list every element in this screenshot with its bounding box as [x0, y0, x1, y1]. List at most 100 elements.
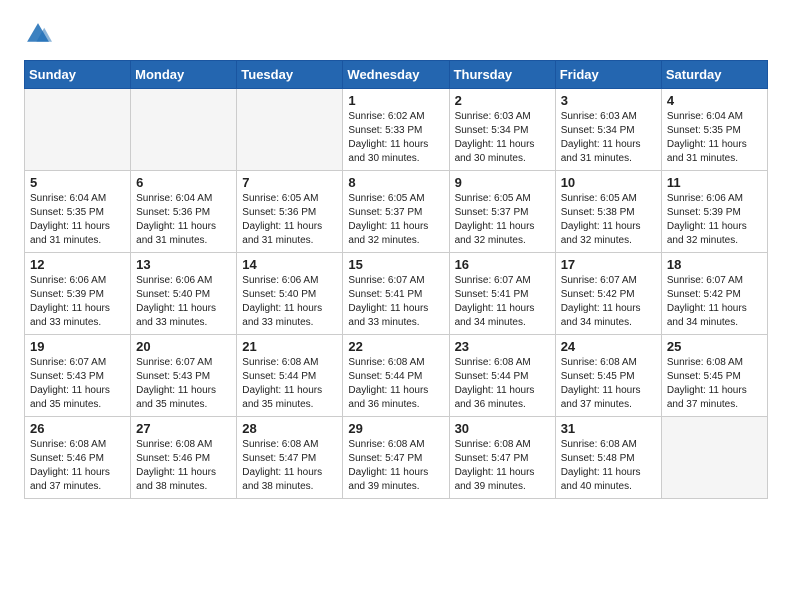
- day-info: Sunrise: 6:08 AMSunset: 5:47 PMDaylight:…: [455, 438, 550, 494]
- calendar-cell: 1 Sunrise: 6:02 AMSunset: 5:33 PMDayligh…: [343, 89, 449, 171]
- calendar-cell: 16 Sunrise: 6:07 AMSunset: 5:41 PMDaylig…: [449, 253, 555, 335]
- day-number: 16: [455, 257, 550, 272]
- calendar-cell: 8 Sunrise: 6:05 AMSunset: 5:37 PMDayligh…: [343, 171, 449, 253]
- weekday-monday: Monday: [131, 61, 237, 89]
- day-info: Sunrise: 6:08 AMSunset: 5:47 PMDaylight:…: [242, 438, 337, 494]
- calendar-cell: 25 Sunrise: 6:08 AMSunset: 5:45 PMDaylig…: [661, 335, 767, 417]
- calendar-cell: 11 Sunrise: 6:06 AMSunset: 5:39 PMDaylig…: [661, 171, 767, 253]
- calendar-cell: 2 Sunrise: 6:03 AMSunset: 5:34 PMDayligh…: [449, 89, 555, 171]
- calendar-table: SundayMondayTuesdayWednesdayThursdayFrid…: [24, 60, 768, 499]
- day-number: 28: [242, 421, 337, 436]
- day-number: 18: [667, 257, 762, 272]
- day-info: Sunrise: 6:06 AMSunset: 5:39 PMDaylight:…: [30, 274, 125, 330]
- day-number: 26: [30, 421, 125, 436]
- day-number: 8: [348, 175, 443, 190]
- day-info: Sunrise: 6:07 AMSunset: 5:42 PMDaylight:…: [561, 274, 656, 330]
- day-number: 19: [30, 339, 125, 354]
- page: SundayMondayTuesdayWednesdayThursdayFrid…: [0, 0, 792, 515]
- day-number: 4: [667, 93, 762, 108]
- day-number: 1: [348, 93, 443, 108]
- calendar-cell: [661, 417, 767, 499]
- calendar-cell: [131, 89, 237, 171]
- day-number: 7: [242, 175, 337, 190]
- day-info: Sunrise: 6:08 AMSunset: 5:45 PMDaylight:…: [561, 356, 656, 412]
- logo: [24, 20, 56, 48]
- day-number: 30: [455, 421, 550, 436]
- calendar-cell: 22 Sunrise: 6:08 AMSunset: 5:44 PMDaylig…: [343, 335, 449, 417]
- calendar-cell: 3 Sunrise: 6:03 AMSunset: 5:34 PMDayligh…: [555, 89, 661, 171]
- calendar-cell: 13 Sunrise: 6:06 AMSunset: 5:40 PMDaylig…: [131, 253, 237, 335]
- day-info: Sunrise: 6:03 AMSunset: 5:34 PMDaylight:…: [561, 110, 656, 166]
- calendar-cell: 19 Sunrise: 6:07 AMSunset: 5:43 PMDaylig…: [25, 335, 131, 417]
- day-number: 6: [136, 175, 231, 190]
- day-number: 31: [561, 421, 656, 436]
- calendar-cell: 7 Sunrise: 6:05 AMSunset: 5:36 PMDayligh…: [237, 171, 343, 253]
- day-number: 17: [561, 257, 656, 272]
- week-row-1: 1 Sunrise: 6:02 AMSunset: 5:33 PMDayligh…: [25, 89, 768, 171]
- day-info: Sunrise: 6:08 AMSunset: 5:48 PMDaylight:…: [561, 438, 656, 494]
- day-number: 23: [455, 339, 550, 354]
- calendar-cell: 14 Sunrise: 6:06 AMSunset: 5:40 PMDaylig…: [237, 253, 343, 335]
- day-number: 24: [561, 339, 656, 354]
- day-number: 21: [242, 339, 337, 354]
- week-row-2: 5 Sunrise: 6:04 AMSunset: 5:35 PMDayligh…: [25, 171, 768, 253]
- week-row-4: 19 Sunrise: 6:07 AMSunset: 5:43 PMDaylig…: [25, 335, 768, 417]
- day-info: Sunrise: 6:04 AMSunset: 5:36 PMDaylight:…: [136, 192, 231, 248]
- calendar-cell: 20 Sunrise: 6:07 AMSunset: 5:43 PMDaylig…: [131, 335, 237, 417]
- weekday-header-row: SundayMondayTuesdayWednesdayThursdayFrid…: [25, 61, 768, 89]
- day-number: 20: [136, 339, 231, 354]
- weekday-wednesday: Wednesday: [343, 61, 449, 89]
- day-info: Sunrise: 6:08 AMSunset: 5:46 PMDaylight:…: [136, 438, 231, 494]
- day-number: 12: [30, 257, 125, 272]
- calendar-cell: 17 Sunrise: 6:07 AMSunset: 5:42 PMDaylig…: [555, 253, 661, 335]
- calendar-cell: [237, 89, 343, 171]
- day-number: 22: [348, 339, 443, 354]
- calendar-cell: 18 Sunrise: 6:07 AMSunset: 5:42 PMDaylig…: [661, 253, 767, 335]
- day-number: 11: [667, 175, 762, 190]
- day-number: 14: [242, 257, 337, 272]
- day-info: Sunrise: 6:04 AMSunset: 5:35 PMDaylight:…: [667, 110, 762, 166]
- day-info: Sunrise: 6:02 AMSunset: 5:33 PMDaylight:…: [348, 110, 443, 166]
- calendar-cell: 31 Sunrise: 6:08 AMSunset: 5:48 PMDaylig…: [555, 417, 661, 499]
- week-row-5: 26 Sunrise: 6:08 AMSunset: 5:46 PMDaylig…: [25, 417, 768, 499]
- day-number: 27: [136, 421, 231, 436]
- calendar-cell: 23 Sunrise: 6:08 AMSunset: 5:44 PMDaylig…: [449, 335, 555, 417]
- weekday-friday: Friday: [555, 61, 661, 89]
- day-info: Sunrise: 6:05 AMSunset: 5:37 PMDaylight:…: [455, 192, 550, 248]
- day-info: Sunrise: 6:08 AMSunset: 5:47 PMDaylight:…: [348, 438, 443, 494]
- calendar-cell: 28 Sunrise: 6:08 AMSunset: 5:47 PMDaylig…: [237, 417, 343, 499]
- weekday-sunday: Sunday: [25, 61, 131, 89]
- calendar-cell: 26 Sunrise: 6:08 AMSunset: 5:46 PMDaylig…: [25, 417, 131, 499]
- logo-icon: [24, 20, 52, 48]
- calendar-cell: 21 Sunrise: 6:08 AMSunset: 5:44 PMDaylig…: [237, 335, 343, 417]
- day-info: Sunrise: 6:08 AMSunset: 5:45 PMDaylight:…: [667, 356, 762, 412]
- calendar-cell: 10 Sunrise: 6:05 AMSunset: 5:38 PMDaylig…: [555, 171, 661, 253]
- day-number: 9: [455, 175, 550, 190]
- week-row-3: 12 Sunrise: 6:06 AMSunset: 5:39 PMDaylig…: [25, 253, 768, 335]
- day-info: Sunrise: 6:08 AMSunset: 5:44 PMDaylight:…: [455, 356, 550, 412]
- day-number: 15: [348, 257, 443, 272]
- weekday-tuesday: Tuesday: [237, 61, 343, 89]
- day-number: 25: [667, 339, 762, 354]
- day-info: Sunrise: 6:07 AMSunset: 5:43 PMDaylight:…: [30, 356, 125, 412]
- day-info: Sunrise: 6:06 AMSunset: 5:39 PMDaylight:…: [667, 192, 762, 248]
- day-number: 13: [136, 257, 231, 272]
- calendar-cell: 4 Sunrise: 6:04 AMSunset: 5:35 PMDayligh…: [661, 89, 767, 171]
- calendar-cell: 15 Sunrise: 6:07 AMSunset: 5:41 PMDaylig…: [343, 253, 449, 335]
- day-info: Sunrise: 6:08 AMSunset: 5:44 PMDaylight:…: [242, 356, 337, 412]
- calendar-cell: 30 Sunrise: 6:08 AMSunset: 5:47 PMDaylig…: [449, 417, 555, 499]
- day-info: Sunrise: 6:04 AMSunset: 5:35 PMDaylight:…: [30, 192, 125, 248]
- calendar-cell: 29 Sunrise: 6:08 AMSunset: 5:47 PMDaylig…: [343, 417, 449, 499]
- day-info: Sunrise: 6:08 AMSunset: 5:46 PMDaylight:…: [30, 438, 125, 494]
- calendar-cell: 6 Sunrise: 6:04 AMSunset: 5:36 PMDayligh…: [131, 171, 237, 253]
- day-info: Sunrise: 6:06 AMSunset: 5:40 PMDaylight:…: [136, 274, 231, 330]
- day-number: 2: [455, 93, 550, 108]
- weekday-thursday: Thursday: [449, 61, 555, 89]
- day-number: 29: [348, 421, 443, 436]
- day-info: Sunrise: 6:06 AMSunset: 5:40 PMDaylight:…: [242, 274, 337, 330]
- day-number: 5: [30, 175, 125, 190]
- calendar-cell: 24 Sunrise: 6:08 AMSunset: 5:45 PMDaylig…: [555, 335, 661, 417]
- day-info: Sunrise: 6:07 AMSunset: 5:41 PMDaylight:…: [455, 274, 550, 330]
- calendar-cell: 9 Sunrise: 6:05 AMSunset: 5:37 PMDayligh…: [449, 171, 555, 253]
- calendar-cell: 5 Sunrise: 6:04 AMSunset: 5:35 PMDayligh…: [25, 171, 131, 253]
